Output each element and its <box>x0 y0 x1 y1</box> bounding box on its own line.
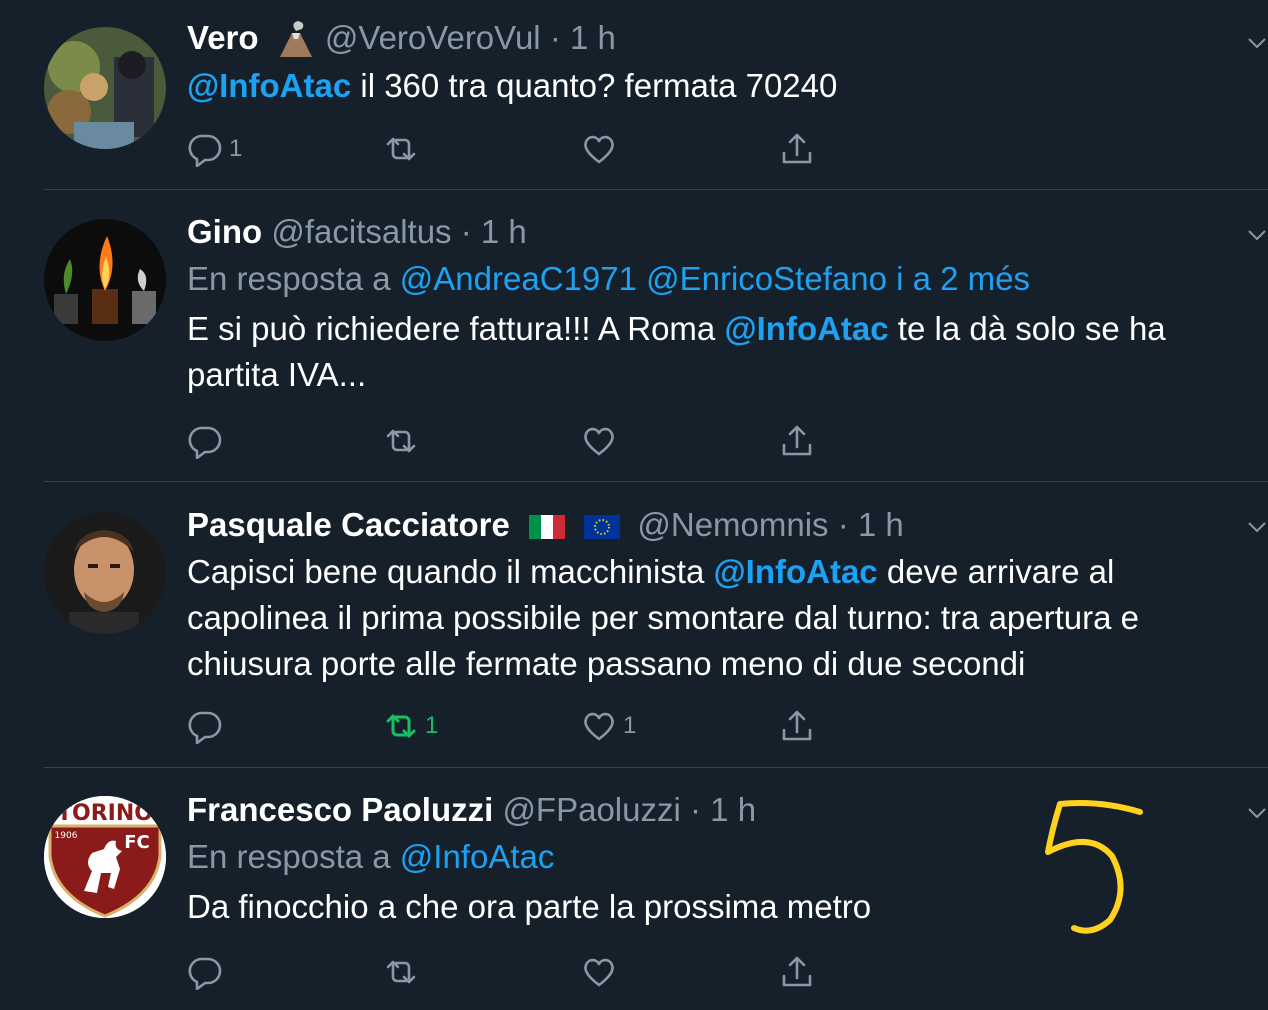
avatar-francesco[interactable]: TORINO FC 1906 <box>44 796 166 918</box>
tweet-vero[interactable]: Vero @VeroVeroVul · 1 h @InfoAtac il 360… <box>0 0 1268 190</box>
chevron-down-icon[interactable] <box>1246 802 1268 824</box>
svg-text:FC: FC <box>124 832 150 853</box>
avatar-image <box>44 27 166 149</box>
tweet-actions <box>187 421 827 461</box>
tweet-body-before: Capisci bene quando il macchinista <box>187 553 714 590</box>
retweet-count: 1 <box>425 712 439 739</box>
avatar-vero[interactable] <box>44 27 166 149</box>
like-count: 1 <box>623 712 637 739</box>
tweet-body: il 360 tra quanto? fermata 70240 <box>351 67 838 105</box>
timestamp[interactable]: 1 h <box>858 506 904 543</box>
tweet-body-before: E si può richiedere fattura!!! A Roma <box>187 310 725 347</box>
share-icon <box>782 710 812 741</box>
handle[interactable]: @facitsaltus <box>271 213 451 250</box>
mention-link[interactable]: @InfoAtac <box>187 67 351 104</box>
retweet-button[interactable] <box>383 421 419 461</box>
like-button[interactable] <box>581 952 617 992</box>
tweet-pasquale[interactable]: Pasquale Cacciatore @Nemomnis · 1 h Capi… <box>0 482 1268 768</box>
reply-button[interactable]: 1 <box>187 129 242 169</box>
like-icon <box>584 958 614 987</box>
timestamp[interactable]: 1 h <box>570 19 616 56</box>
chevron-down-icon[interactable] <box>1246 32 1268 54</box>
like-button[interactable] <box>581 129 617 169</box>
tweet-header: Pasquale Cacciatore @Nemomnis · 1 h <box>187 505 1198 545</box>
avatar-image <box>44 512 166 634</box>
reply-icon <box>188 134 222 167</box>
retweet-button[interactable] <box>383 952 419 992</box>
display-name[interactable]: Gino <box>187 213 262 250</box>
display-name[interactable]: Vero <box>187 19 259 56</box>
reply-targets-link[interactable]: @InfoAtac <box>400 838 555 875</box>
tweet-actions: 1 1 <box>187 706 827 746</box>
mention-link[interactable]: @InfoAtac <box>724 310 888 347</box>
like-icon <box>584 712 614 741</box>
eu-flag-icon <box>584 515 621 540</box>
tweet-text: E si può richiedere fattura!!! A Roma @I… <box>187 306 1198 398</box>
handle[interactable]: @VeroVeroVul <box>325 19 541 56</box>
share-icon <box>782 133 812 164</box>
svg-text:1906: 1906 <box>55 831 78 841</box>
tweet-header: Vero @VeroVeroVul · 1 h <box>187 18 1198 59</box>
display-name[interactable]: Pasquale Cacciatore <box>187 506 510 543</box>
timestamp[interactable]: 1 h <box>710 791 756 828</box>
retweet-icon <box>386 960 416 984</box>
reply-prefix: En resposta a <box>187 838 400 875</box>
share-button[interactable] <box>779 706 815 746</box>
tweet-text: Capisci bene quando il macchinista @Info… <box>187 549 1198 687</box>
italy-flag-icon <box>529 515 566 540</box>
share-button[interactable] <box>779 952 815 992</box>
separator-dot: · <box>549 19 561 56</box>
handle[interactable]: @FPaoluzzi <box>502 791 680 828</box>
mention-link[interactable]: @InfoAtac <box>713 553 877 590</box>
retweet-button-active[interactable]: 1 <box>383 706 438 746</box>
share-button[interactable] <box>779 129 815 169</box>
reply-icon <box>188 426 222 459</box>
like-button[interactable]: 1 <box>581 706 636 746</box>
reply-count: 1 <box>229 135 243 162</box>
retweet-icon <box>386 137 416 161</box>
chevron-down-icon[interactable] <box>1246 224 1268 246</box>
like-icon <box>584 135 614 164</box>
avatar-pasquale[interactable] <box>44 512 166 634</box>
tweet-actions <box>187 952 827 992</box>
like-icon <box>584 427 614 456</box>
avatar-image <box>44 219 166 341</box>
logo-lettering: TORINO <box>57 801 153 826</box>
reply-button[interactable] <box>187 421 229 461</box>
share-icon <box>782 425 812 456</box>
tweet-actions: 1 <box>187 129 827 169</box>
handwritten-five-annotation <box>1045 800 1143 934</box>
share-icon <box>782 956 812 987</box>
retweet-icon <box>386 714 416 738</box>
reply-icon <box>188 957 222 990</box>
reply-button[interactable] <box>187 706 229 746</box>
tweet-header: Gino @facitsaltus · 1 h <box>187 212 1198 252</box>
handle[interactable]: @Nemomnis <box>637 506 828 543</box>
tweet-body: Da finocchio a che ora parte la prossima… <box>187 888 872 925</box>
reply-targets-link[interactable]: @AndreaC1971 @EnricoStefano i a 2 més <box>400 260 1030 297</box>
tweet-gino[interactable]: Gino @facitsaltus · 1 h En resposta a @A… <box>0 190 1268 482</box>
chevron-down-icon[interactable] <box>1246 516 1268 538</box>
timestamp[interactable]: 1 h <box>481 213 527 250</box>
separator-dot: · <box>690 791 701 828</box>
tweet-text: @InfoAtac il 360 tra quanto? fermata 702… <box>187 63 1198 109</box>
volcano-emoji-icon <box>279 21 312 58</box>
avatar-gino[interactable] <box>44 219 166 341</box>
avatar-image: TORINO FC 1906 <box>44 796 166 918</box>
reply-context: En resposta a @AndreaC1971 @EnricoStefan… <box>187 256 1198 302</box>
reply-button[interactable] <box>187 952 229 992</box>
separator-dot: · <box>460 213 472 250</box>
share-button[interactable] <box>779 421 815 461</box>
separator-dot: · <box>837 506 849 543</box>
display-name[interactable]: Francesco Paoluzzi <box>187 791 493 828</box>
retweet-button[interactable] <box>383 129 419 169</box>
like-button[interactable] <box>581 421 617 461</box>
reply-icon <box>188 711 222 744</box>
reply-prefix: En resposta a <box>187 260 400 297</box>
retweet-icon <box>386 429 416 453</box>
